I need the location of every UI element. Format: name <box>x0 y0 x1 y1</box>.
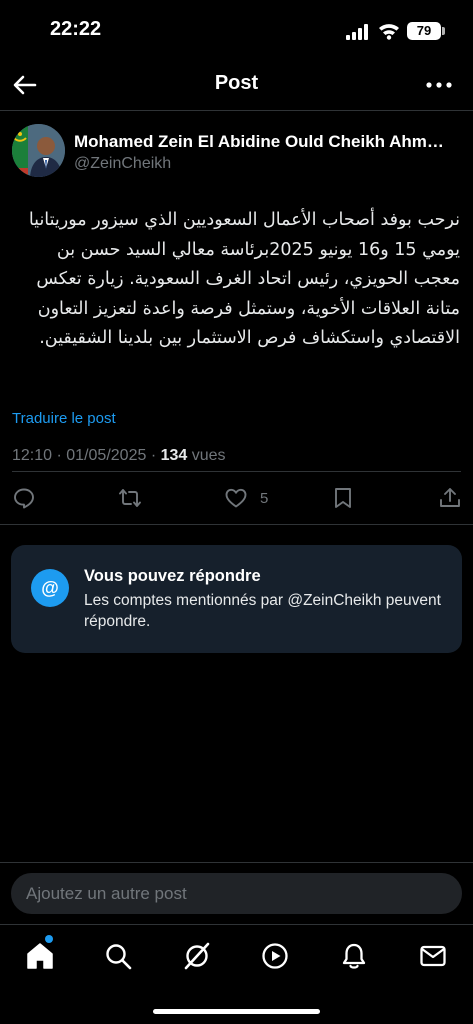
repost-icon <box>119 489 141 507</box>
nav-search[interactable] <box>103 941 133 971</box>
reply-permission-card: @ Vous pouvez répondre Les comptes menti… <box>11 545 462 653</box>
header-divider <box>0 110 473 111</box>
home-icon <box>27 943 53 969</box>
video-icon <box>262 943 288 969</box>
bookmark-icon <box>335 488 351 508</box>
notifications-icon <box>342 943 366 969</box>
more-options-icon[interactable] <box>422 72 456 98</box>
header-bar: Post <box>0 60 473 110</box>
repost-button[interactable] <box>118 484 142 512</box>
reply-card-title: Vous pouvez répondre <box>84 567 261 585</box>
wifi-icon <box>379 24 399 40</box>
post-time: 12:10 <box>12 447 53 464</box>
nav-video[interactable] <box>260 941 290 971</box>
grok-icon <box>184 942 210 970</box>
status-bar: 22:22 79 <box>0 0 473 60</box>
post-date: 01/05/2025 <box>66 447 147 464</box>
home-indicator[interactable] <box>153 1009 320 1014</box>
share-icon <box>440 488 460 507</box>
views-label: vues <box>191 447 226 464</box>
reply-icon <box>14 488 34 509</box>
battery-tip <box>442 27 445 35</box>
meta-divider <box>12 471 461 472</box>
translate-post-link[interactable]: Traduire le post <box>12 410 116 427</box>
post-meta: 12:10 · 01/05/2025 · 134 vues <box>12 447 226 465</box>
cellular-signal-icon <box>346 24 368 40</box>
like-icon <box>225 488 247 508</box>
meta-separator: · <box>150 447 157 464</box>
compose-input[interactable]: Ajoutez un autre post <box>11 873 462 914</box>
status-time: 22:22 <box>50 18 102 40</box>
compose-bar: Ajoutez un autre post <box>0 862 473 924</box>
actions-divider <box>0 524 473 525</box>
back-arrow-icon[interactable] <box>10 70 40 100</box>
avatar-image <box>12 124 65 177</box>
like-count: 5 <box>260 489 269 507</box>
nav-notifications[interactable] <box>339 941 369 971</box>
post-text: نرحب بوفد أصحاب الأعمال السعوديين الذي س… <box>28 210 460 348</box>
like-button[interactable]: 5 <box>224 484 268 512</box>
meta-separator: · <box>56 447 62 464</box>
battery-icon: 79 <box>407 22 441 40</box>
page-title: Post <box>214 72 259 94</box>
messages-icon <box>420 945 446 967</box>
mention-icon: @ <box>31 569 69 607</box>
author-name[interactable]: Mohamed Zein El Abidine Ould Cheikh Ahm… <box>74 132 464 152</box>
nav-home[interactable] <box>25 935 55 971</box>
search-icon <box>106 944 132 970</box>
bookmark-button[interactable] <box>331 484 355 512</box>
bottom-navigation <box>0 924 473 1024</box>
share-button[interactable] <box>438 484 462 512</box>
avatar[interactable] <box>12 124 65 177</box>
reply-button[interactable] <box>12 484 36 512</box>
reply-card-description: Les comptes mentionnés par @ZeinCheikh p… <box>84 592 441 630</box>
nav-messages[interactable] <box>418 941 448 971</box>
nav-grok[interactable] <box>182 941 212 971</box>
author-handle[interactable]: @ZeinCheikh <box>74 155 171 173</box>
notification-dot <box>45 935 53 943</box>
views-count[interactable]: 134 <box>161 447 188 464</box>
